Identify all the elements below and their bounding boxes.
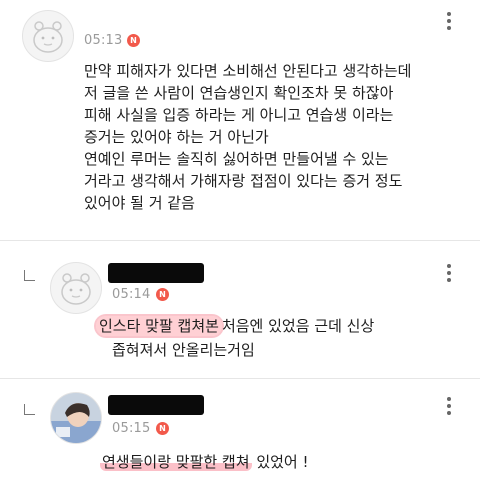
- avatar[interactable]: [22, 10, 74, 62]
- more-options-icon[interactable]: [446, 264, 452, 285]
- comment-line: 저 글을 쓴 사람이 연습생인지 확인조차 못 하잖아: [84, 84, 394, 102]
- comment-text: 처음엔 있었음 근데 신상: [221, 317, 375, 335]
- reply-arrow-icon: [24, 270, 35, 281]
- comment-time: 05:14: [112, 287, 151, 302]
- comment-line: 좁혀져서 안올리는거임: [112, 341, 255, 359]
- new-badge: N: [156, 422, 169, 435]
- comment-line: 있어야 될 거 같음: [84, 194, 195, 212]
- comment-text: 있었어 !: [256, 453, 309, 471]
- redacted-username: [108, 263, 204, 283]
- comment-time: 05:15: [112, 421, 151, 436]
- comment-body: 인스타 맞팔 캡쳐본 처음엔 있었음 근데 신상 좁혀져서 안올리는거임: [96, 314, 374, 362]
- divider: [0, 378, 480, 379]
- avatar[interactable]: [50, 262, 102, 314]
- comment-line: 증거는 있어야 하는 거 아닌가: [84, 128, 269, 146]
- comment-line: 만약 피해자가 있다면 소비해선 안된다고 생각하는데: [84, 62, 412, 80]
- comment-line: 연예인 루머는 솔직히 싫어하면 만들어낼 수 있는: [84, 150, 389, 168]
- more-options-icon[interactable]: [446, 12, 452, 33]
- comment-body: 연생들이랑 맞팔한 캡쳐 있었어 !: [100, 451, 309, 473]
- more-options-icon[interactable]: [446, 397, 452, 418]
- comment-time: 05:13: [84, 33, 123, 48]
- highlighted-text: 연생들이랑 맞팔한 캡쳐: [100, 453, 252, 471]
- redacted-username: [108, 395, 204, 415]
- photo-avatar[interactable]: [50, 392, 102, 444]
- divider: [0, 240, 480, 241]
- default-face-icon: [61, 273, 91, 305]
- default-face-icon: [33, 21, 63, 53]
- highlighted-text: 인스타 맞팔 캡쳐본: [96, 316, 222, 336]
- profile-photo-icon: [51, 393, 101, 443]
- comment-line: 거라고 생각해서 가해자랑 접점이 있다는 증거 정도: [84, 172, 403, 190]
- comment-line: 피해 사실을 입증 하라는 게 아니고 연습생 이라는: [84, 106, 394, 124]
- reply-arrow-icon: [24, 404, 35, 415]
- new-badge: N: [127, 34, 140, 47]
- comment-body: 만약 피해자가 있다면 소비해선 안된다고 생각하는데 저 글을 쓴 사람이 연…: [84, 60, 411, 214]
- new-badge: N: [156, 288, 169, 301]
